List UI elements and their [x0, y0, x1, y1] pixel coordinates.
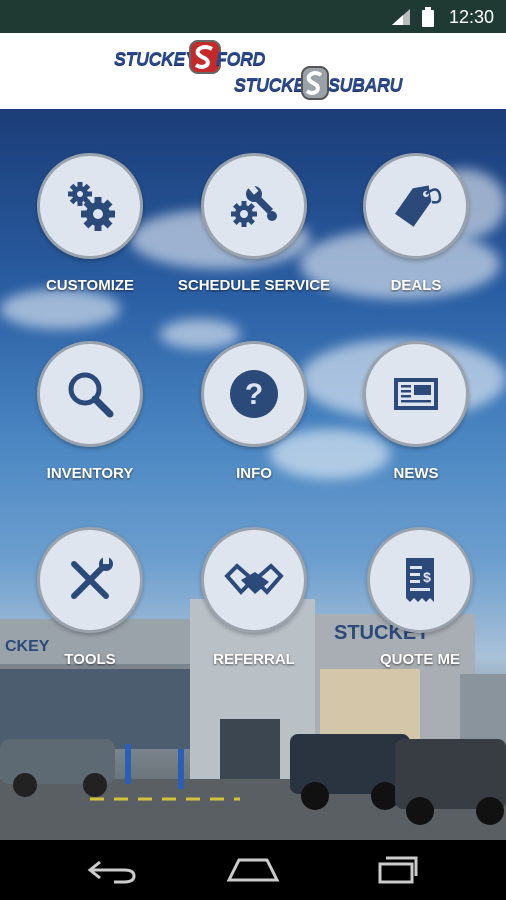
info-label: INFO — [236, 465, 272, 482]
tile-deals[interactable]: DEALS — [336, 153, 496, 294]
tile-news[interactable]: NEWS — [336, 341, 496, 482]
info-button[interactable]: ? — [201, 341, 307, 447]
tools-label: TOOLS — [64, 651, 116, 668]
quote-me-button[interactable]: $ — [367, 527, 473, 633]
schedule-service-label: SCHEDULE SERVICE — [177, 277, 331, 294]
gears-icon — [68, 182, 115, 231]
svg-text:?: ? — [245, 378, 263, 411]
status-time: 12:30 — [448, 7, 494, 27]
stuckey-s-emblem-silver — [301, 66, 329, 100]
customize-label: CUSTOMIZE — [45, 277, 135, 294]
inventory-label: INVENTORY — [46, 465, 134, 482]
news-label: NEWS — [393, 465, 439, 482]
wrench-gear-icon — [231, 183, 277, 227]
back-icon[interactable] — [84, 854, 140, 886]
logo-text-subaru: SUBARU — [328, 75, 403, 95]
tile-inventory[interactable]: INVENTORY — [10, 341, 170, 482]
search-icon — [68, 372, 114, 418]
home-icon[interactable] — [225, 854, 281, 886]
signal-icon — [392, 9, 410, 25]
schedule-service-button[interactable] — [201, 153, 307, 259]
tile-info[interactable]: ? INFO — [174, 341, 334, 482]
inventory-button[interactable] — [37, 341, 143, 447]
battery-icon — [422, 7, 434, 27]
receipt-icon: $ — [406, 558, 434, 602]
newspaper-icon — [394, 378, 438, 410]
android-nav-bar — [0, 840, 506, 900]
logo-text-stuckey-1: STUCKEY — [114, 49, 197, 69]
tile-quote-me[interactable]: $ QUOTE ME — [340, 527, 500, 668]
logo-text-ford: FORD — [216, 49, 266, 69]
deals-button[interactable] — [363, 153, 469, 259]
handshake-icon — [224, 563, 284, 595]
recents-icon[interactable] — [366, 854, 422, 886]
status-bar: 12:30 — [0, 0, 506, 33]
tools-button[interactable] — [37, 527, 143, 633]
news-button[interactable] — [363, 341, 469, 447]
tile-schedule-service[interactable]: SCHEDULE SERVICE — [174, 153, 334, 294]
customize-button[interactable] — [37, 153, 143, 259]
tile-tools[interactable]: TOOLS — [10, 527, 170, 668]
tile-referral[interactable]: REFERRAL — [174, 527, 334, 668]
referral-button[interactable] — [201, 527, 307, 633]
quote-me-label: QUOTE ME — [379, 651, 460, 668]
referral-label: REFERRAL — [213, 651, 295, 668]
app-header: STUCKEY FORD STUCKEY SUBARU — [0, 33, 506, 109]
question-icon: ? — [230, 370, 278, 418]
home-menu-area: CKEY STUCKEY CUSTOMIZE SCHEDULE SERVICE … — [0, 109, 506, 840]
svg-text:$: $ — [423, 569, 431, 585]
tile-customize[interactable]: CUSTOMIZE — [10, 153, 170, 294]
dealer-logo[interactable]: STUCKEY FORD STUCKEY SUBARU — [112, 39, 403, 103]
tag-icon — [395, 185, 442, 227]
deals-label: DEALS — [390, 277, 442, 294]
tools-icon — [71, 556, 113, 599]
